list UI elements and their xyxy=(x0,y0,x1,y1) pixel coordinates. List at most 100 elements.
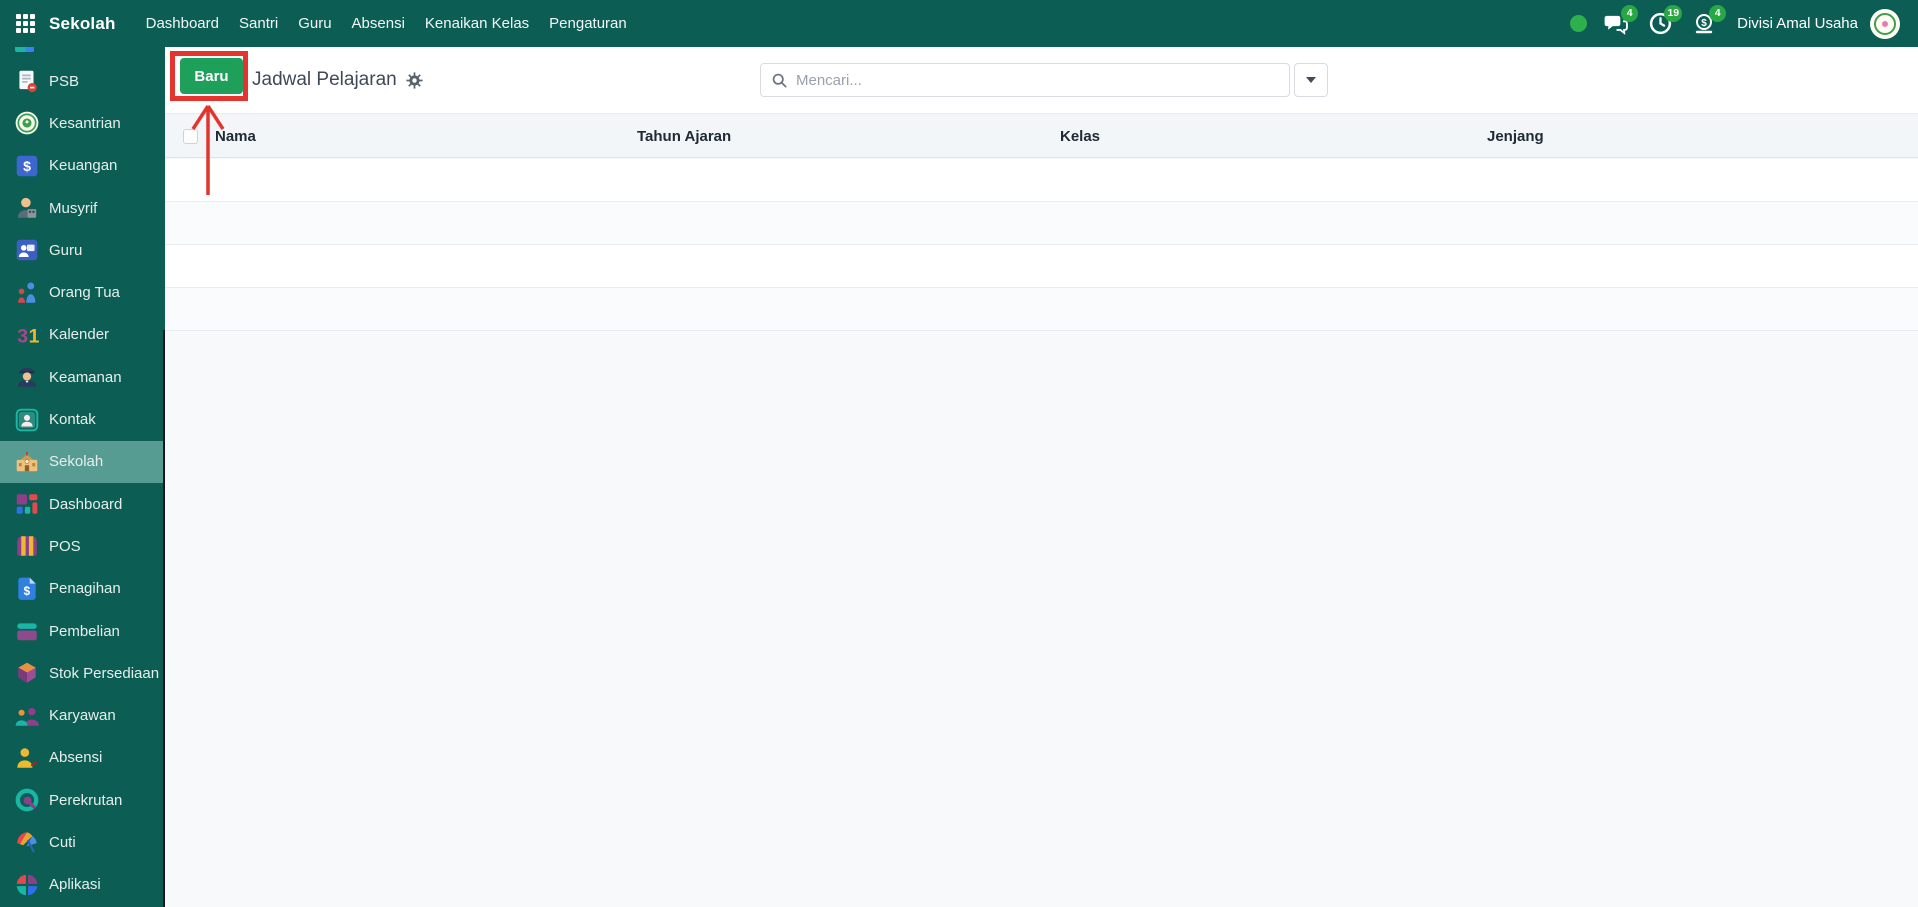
top-navbar: Sekolah Dashboard Santri Guru Absensi Kenaik… xyxy=(0,0,1918,47)
dollar-square-icon: $ xyxy=(13,152,40,179)
sidebar-item-penagihan[interactable]: $ Penagihan xyxy=(0,568,165,610)
guru-board-icon xyxy=(13,237,40,264)
sidebar-item-label: Penagihan xyxy=(49,580,121,598)
sidebar-item-label: Kontak xyxy=(49,411,96,429)
sidebar-item-dashboard[interactable]: Dashboard xyxy=(0,483,165,525)
sidebar-item-karyawan[interactable]: Karyawan xyxy=(0,694,165,736)
control-panel: Baru Jadwal Pelajaran xyxy=(165,47,1918,113)
sidebar-item-psb[interactable]: PSB xyxy=(0,60,165,102)
svg-text:3: 3 xyxy=(17,326,28,348)
purchase-icon xyxy=(13,618,40,645)
search-icon xyxy=(771,72,788,89)
sidebar-item-label: Absensi xyxy=(49,749,103,767)
sidebar-item-label: Karyawan xyxy=(49,707,116,725)
column-header-jenjang[interactable]: Jenjang xyxy=(1487,114,1544,159)
navbar-left: Sekolah Dashboard Santri Guru Absensi Kenaik… xyxy=(0,0,637,47)
nav-item-kenaikan-kelas[interactable]: Kenaikan Kelas xyxy=(415,0,539,47)
sidebar-item-label: Keuangan xyxy=(49,157,118,175)
search-bar[interactable] xyxy=(760,63,1290,97)
column-header-nama[interactable]: Nama xyxy=(215,114,256,159)
column-header-tahun-ajaran[interactable]: Tahun Ajaran xyxy=(637,114,731,159)
navbar-right: 4 19 $ 4 Divisi Amal Usaha xyxy=(1570,4,1918,39)
employees-icon xyxy=(13,702,40,729)
sidebar-item-kalender[interactable]: 3 1 Kalender xyxy=(0,314,165,356)
search-options-dropdown[interactable] xyxy=(1294,63,1328,97)
police-officer-icon xyxy=(13,364,40,391)
app-title[interactable]: Sekolah xyxy=(49,14,116,34)
billing-doc-icon: $ xyxy=(13,575,40,602)
sidebar-item-label: Musyrif xyxy=(49,199,98,217)
sidebar-item-label: Kalender xyxy=(49,326,110,344)
apps-grid-icon[interactable] xyxy=(16,14,35,33)
search-input[interactable] xyxy=(796,71,1279,89)
sidebar-item-label: Guru xyxy=(49,241,83,259)
sidebar-item-cuti[interactable]: Cuti xyxy=(0,821,165,863)
clipped-icon-fragment xyxy=(15,47,34,52)
sidebar-item-aplikasi[interactable]: Aplikasi xyxy=(0,864,165,906)
sidebar-item-label: Keamanan xyxy=(49,368,122,386)
sidebar-item-label: Sekolah xyxy=(49,453,104,471)
table-row xyxy=(165,202,1918,245)
sidebar-item-keuangan[interactable]: $ Keuangan xyxy=(0,145,165,187)
select-all-checkbox[interactable] xyxy=(183,129,198,144)
sidebar-item-sekolah[interactable]: Sekolah xyxy=(0,440,165,483)
sidebar-item-label: Aplikasi xyxy=(49,876,101,894)
contact-card-icon xyxy=(13,406,40,433)
pos-awning-icon xyxy=(13,533,40,560)
column-header-kelas[interactable]: Kelas xyxy=(1060,114,1100,159)
nav-item-santri[interactable]: Santri xyxy=(229,0,288,47)
sidebar-item-stok-persediaan[interactable]: Stok Persediaan xyxy=(0,652,165,694)
sidebar-item-label: Stok Persediaan xyxy=(49,664,160,682)
sidebar-item-pembelian[interactable]: Pembelian xyxy=(0,610,165,652)
parents-icon xyxy=(13,279,40,306)
table-header: Nama Tahun Ajaran Kelas Jenjang xyxy=(165,113,1918,158)
sidebar-item-musyrif[interactable]: Musyrif xyxy=(0,187,165,229)
sidebar-item-orang-tua[interactable]: Orang Tua xyxy=(0,271,165,313)
svg-text:$: $ xyxy=(1701,18,1707,29)
sidebar-item-absensi[interactable]: Absensi xyxy=(0,737,165,779)
gear-icon[interactable] xyxy=(406,71,423,89)
payroll-money-icon[interactable]: $ 4 xyxy=(1689,4,1727,39)
table-row xyxy=(165,288,1918,331)
messages-badge: 4 xyxy=(1621,4,1639,22)
page-title: Jadwal Pelajaran xyxy=(252,69,397,90)
online-status-dot xyxy=(1570,15,1588,32)
sidebar-item-label: Perekrutan xyxy=(49,791,123,809)
svg-text:$: $ xyxy=(23,584,30,598)
messages-icon[interactable]: 4 xyxy=(1601,4,1639,39)
nav-item-pengaturan[interactable]: Pengaturan xyxy=(539,0,637,47)
sidebar-item-keamanan[interactable]: Keamanan xyxy=(0,356,165,398)
sidebar-item-perekrutan[interactable]: Perekrutan xyxy=(0,779,165,821)
document-icon xyxy=(13,68,40,95)
apps-pie-icon xyxy=(13,871,40,898)
sidebar-item-pos[interactable]: POS xyxy=(0,525,165,567)
nav-item-guru[interactable]: Guru xyxy=(288,0,341,47)
sidebar: PSB Kesantrian $ Keuangan Musyrif Guru Orang T… xyxy=(0,47,165,907)
nav-item-dashboard[interactable]: Dashboard xyxy=(136,0,229,47)
sidebar-item-guru[interactable]: Guru xyxy=(0,229,165,271)
sidebar-item-kesantrian[interactable]: Kesantrian xyxy=(0,102,165,144)
activities-clock-icon[interactable]: 19 xyxy=(1645,4,1683,39)
recruitment-icon xyxy=(13,787,40,814)
sidebar-item-label: Cuti xyxy=(49,833,76,851)
inventory-box-icon xyxy=(13,660,40,687)
sidebar-item-kontak[interactable]: Kontak xyxy=(0,398,165,440)
sidebar-item-label: Pembelian xyxy=(49,622,120,640)
activities-badge: 19 xyxy=(1664,4,1683,22)
table-row xyxy=(165,159,1918,202)
kesantrian-logo-icon xyxy=(13,110,40,137)
nav-item-absensi[interactable]: Absensi xyxy=(342,0,415,47)
sidebar-item-label: POS xyxy=(49,537,81,555)
sidebar-item-label: Kesantrian xyxy=(49,114,121,132)
main-content: Baru Jadwal Pelajaran Mencari... Nama Ta… xyxy=(165,47,1918,907)
user-avatar[interactable] xyxy=(1870,8,1900,39)
user-name[interactable]: Divisi Amal Usaha xyxy=(1737,15,1858,32)
caret-down-icon xyxy=(1306,77,1316,83)
leave-umbrella-icon xyxy=(13,829,40,856)
sidebar-scrollbar[interactable] xyxy=(163,330,165,907)
new-record-button[interactable]: Baru xyxy=(180,58,243,94)
sidebar-item-label: Orang Tua xyxy=(49,284,120,302)
sidebar-item-label: PSB xyxy=(49,72,80,90)
sidebar-item-label: Dashboard xyxy=(49,495,123,513)
table-row xyxy=(165,245,1918,288)
